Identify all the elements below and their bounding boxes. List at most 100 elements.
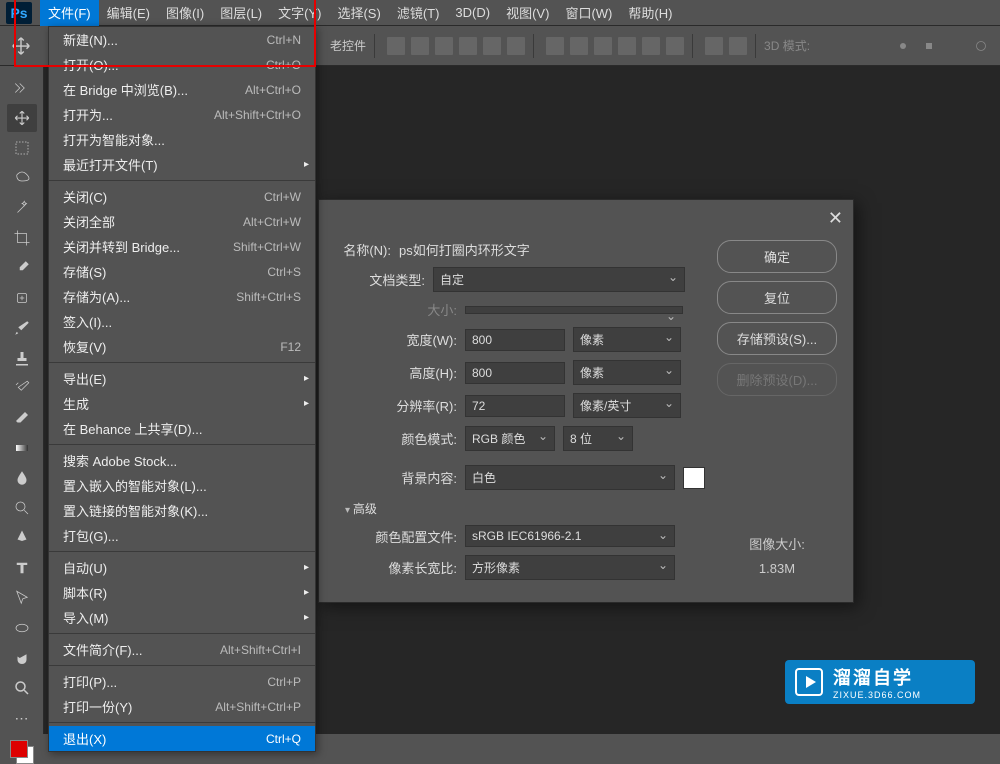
width-unit-select[interactable]: 像素 [573, 327, 681, 352]
aspect-select[interactable]: 方形像素 [465, 555, 675, 580]
eyedropper-tool[interactable] [7, 254, 37, 282]
menu-file[interactable]: 文件(F) [40, 0, 99, 26]
file-menu-item[interactable]: 置入链接的智能对象(K)... [49, 498, 315, 523]
file-menu-item[interactable]: 新建(N)...Ctrl+N [49, 27, 315, 52]
more-tools-icon[interactable]: ⋯ [7, 704, 37, 732]
distribute-icon[interactable] [546, 37, 564, 55]
width-input[interactable]: 800 [465, 329, 565, 351]
marquee-tool[interactable] [7, 134, 37, 162]
menu-select[interactable]: 选择(S) [329, 0, 388, 26]
height-unit-select[interactable]: 像素 [573, 360, 681, 385]
reset-button[interactable]: 复位 [717, 281, 837, 314]
type-tool[interactable] [7, 554, 37, 582]
resolution-unit-select[interactable]: 像素/英寸 [573, 393, 681, 418]
distribute-icon[interactable] [666, 37, 684, 55]
file-menu-item[interactable]: 签入(I)... [49, 309, 315, 334]
magic-wand-tool[interactable] [7, 194, 37, 222]
distribute-spacing-icon[interactable] [729, 37, 747, 55]
menu-edit[interactable]: 编辑(E) [99, 0, 158, 26]
menu-filter[interactable]: 滤镜(T) [389, 0, 448, 26]
distribute-icon[interactable] [642, 37, 660, 55]
brush-tool[interactable] [7, 314, 37, 342]
background-color-chip[interactable] [683, 467, 705, 489]
file-menu-item[interactable]: 打开为...Alt+Shift+Ctrl+O [49, 102, 315, 127]
file-menu-item[interactable]: 打开(O)...Ctrl+O [49, 52, 315, 77]
eraser-tool[interactable] [7, 404, 37, 432]
menu-3d[interactable]: 3D(D) [447, 1, 498, 24]
3d-orbit-icon[interactable] [894, 37, 912, 55]
file-menu-item[interactable]: 搜索 Adobe Stock... [49, 448, 315, 473]
advanced-section[interactable]: 高级 [345, 500, 705, 517]
file-menu-item[interactable]: 导出(E) [49, 366, 315, 391]
file-menu-item[interactable]: 存储为(A)...Shift+Ctrl+S [49, 284, 315, 309]
align-icon[interactable] [483, 37, 501, 55]
file-menu-item[interactable]: 自动(U) [49, 555, 315, 580]
file-menu-item[interactable]: 打包(G)... [49, 523, 315, 548]
zoom-tool[interactable] [7, 674, 37, 702]
file-menu-item[interactable]: 恢复(V)F12 [49, 334, 315, 359]
history-brush-tool[interactable] [7, 374, 37, 402]
file-menu-item[interactable]: 在 Bridge 中浏览(B)...Alt+Ctrl+O [49, 77, 315, 102]
file-menu-item[interactable]: 导入(M) [49, 605, 315, 630]
file-menu-item[interactable]: 存储(S)Ctrl+S [49, 259, 315, 284]
align-icon[interactable] [435, 37, 453, 55]
file-menu-item[interactable]: 打开为智能对象... [49, 127, 315, 152]
align-icon[interactable] [507, 37, 525, 55]
file-menu-item[interactable]: 置入嵌入的智能对象(L)... [49, 473, 315, 498]
blur-tool[interactable] [7, 464, 37, 492]
distribute-icon[interactable] [594, 37, 612, 55]
stamp-tool[interactable] [7, 344, 37, 372]
menu-window[interactable]: 窗口(W) [557, 0, 620, 26]
dodge-tool[interactable] [7, 494, 37, 522]
align-icon[interactable] [459, 37, 477, 55]
menu-layer[interactable]: 图层(L) [212, 0, 270, 26]
foreground-color-swatch[interactable] [10, 740, 28, 758]
align-icon[interactable] [387, 37, 405, 55]
menu-type[interactable]: 文字(Y) [270, 0, 329, 26]
file-menu-item[interactable]: 生成 [49, 391, 315, 416]
distribute-icon[interactable] [618, 37, 636, 55]
file-menu-item[interactable]: 打印(P)...Ctrl+P [49, 669, 315, 694]
align-icon[interactable] [411, 37, 429, 55]
menu-image[interactable]: 图像(I) [158, 0, 212, 26]
ellipse-tool[interactable] [7, 614, 37, 642]
3d-scale-icon[interactable] [972, 37, 990, 55]
background-select[interactable]: 白色 [465, 465, 675, 490]
profile-select[interactable]: sRGB IEC61966-2.1 [465, 525, 675, 547]
file-menu-item[interactable]: 打印一份(Y)Alt+Shift+Ctrl+P [49, 694, 315, 719]
ok-button[interactable]: 确定 [717, 240, 837, 273]
file-menu-item[interactable]: 最近打开文件(T) [49, 152, 315, 177]
menu-view[interactable]: 视图(V) [498, 0, 557, 26]
expand-icon[interactable] [7, 74, 37, 102]
move-tool[interactable] [7, 104, 37, 132]
menu-item-label: 生成 [63, 394, 89, 413]
file-menu-item[interactable]: 关闭(C)Ctrl+W [49, 184, 315, 209]
size-select[interactable] [465, 306, 683, 314]
path-selection-tool[interactable] [7, 584, 37, 612]
close-icon[interactable]: ✕ [828, 208, 843, 229]
hand-tool[interactable] [7, 644, 37, 672]
file-menu-item[interactable]: 脚本(R) [49, 580, 315, 605]
file-menu-item[interactable]: 关闭并转到 Bridge...Shift+Ctrl+W [49, 234, 315, 259]
lasso-tool[interactable] [7, 164, 37, 192]
height-input[interactable]: 800 [465, 362, 565, 384]
menu-help[interactable]: 帮助(H) [620, 0, 680, 26]
color-mode-select[interactable]: RGB 颜色 [465, 426, 555, 451]
crop-tool[interactable] [7, 224, 37, 252]
color-depth-select[interactable]: 8 位 [563, 426, 633, 451]
color-swatches[interactable] [10, 740, 34, 764]
3d-slide-icon[interactable] [946, 37, 964, 55]
file-menu-item[interactable]: 退出(X)Ctrl+Q [49, 726, 315, 751]
pen-tool[interactable] [7, 524, 37, 552]
save-preset-button[interactable]: 存储预设(S)... [717, 322, 837, 355]
distribute-icon[interactable] [570, 37, 588, 55]
file-menu-item[interactable]: 关闭全部Alt+Ctrl+W [49, 209, 315, 234]
distribute-spacing-icon[interactable] [705, 37, 723, 55]
doc-type-select[interactable]: 自定 [433, 267, 685, 292]
file-menu-item[interactable]: 在 Behance 上共享(D)... [49, 416, 315, 441]
3d-pan-icon[interactable] [920, 37, 938, 55]
gradient-tool[interactable] [7, 434, 37, 462]
healing-tool[interactable] [7, 284, 37, 312]
file-menu-item[interactable]: 文件简介(F)...Alt+Shift+Ctrl+I [49, 637, 315, 662]
resolution-input[interactable]: 72 [465, 395, 565, 417]
